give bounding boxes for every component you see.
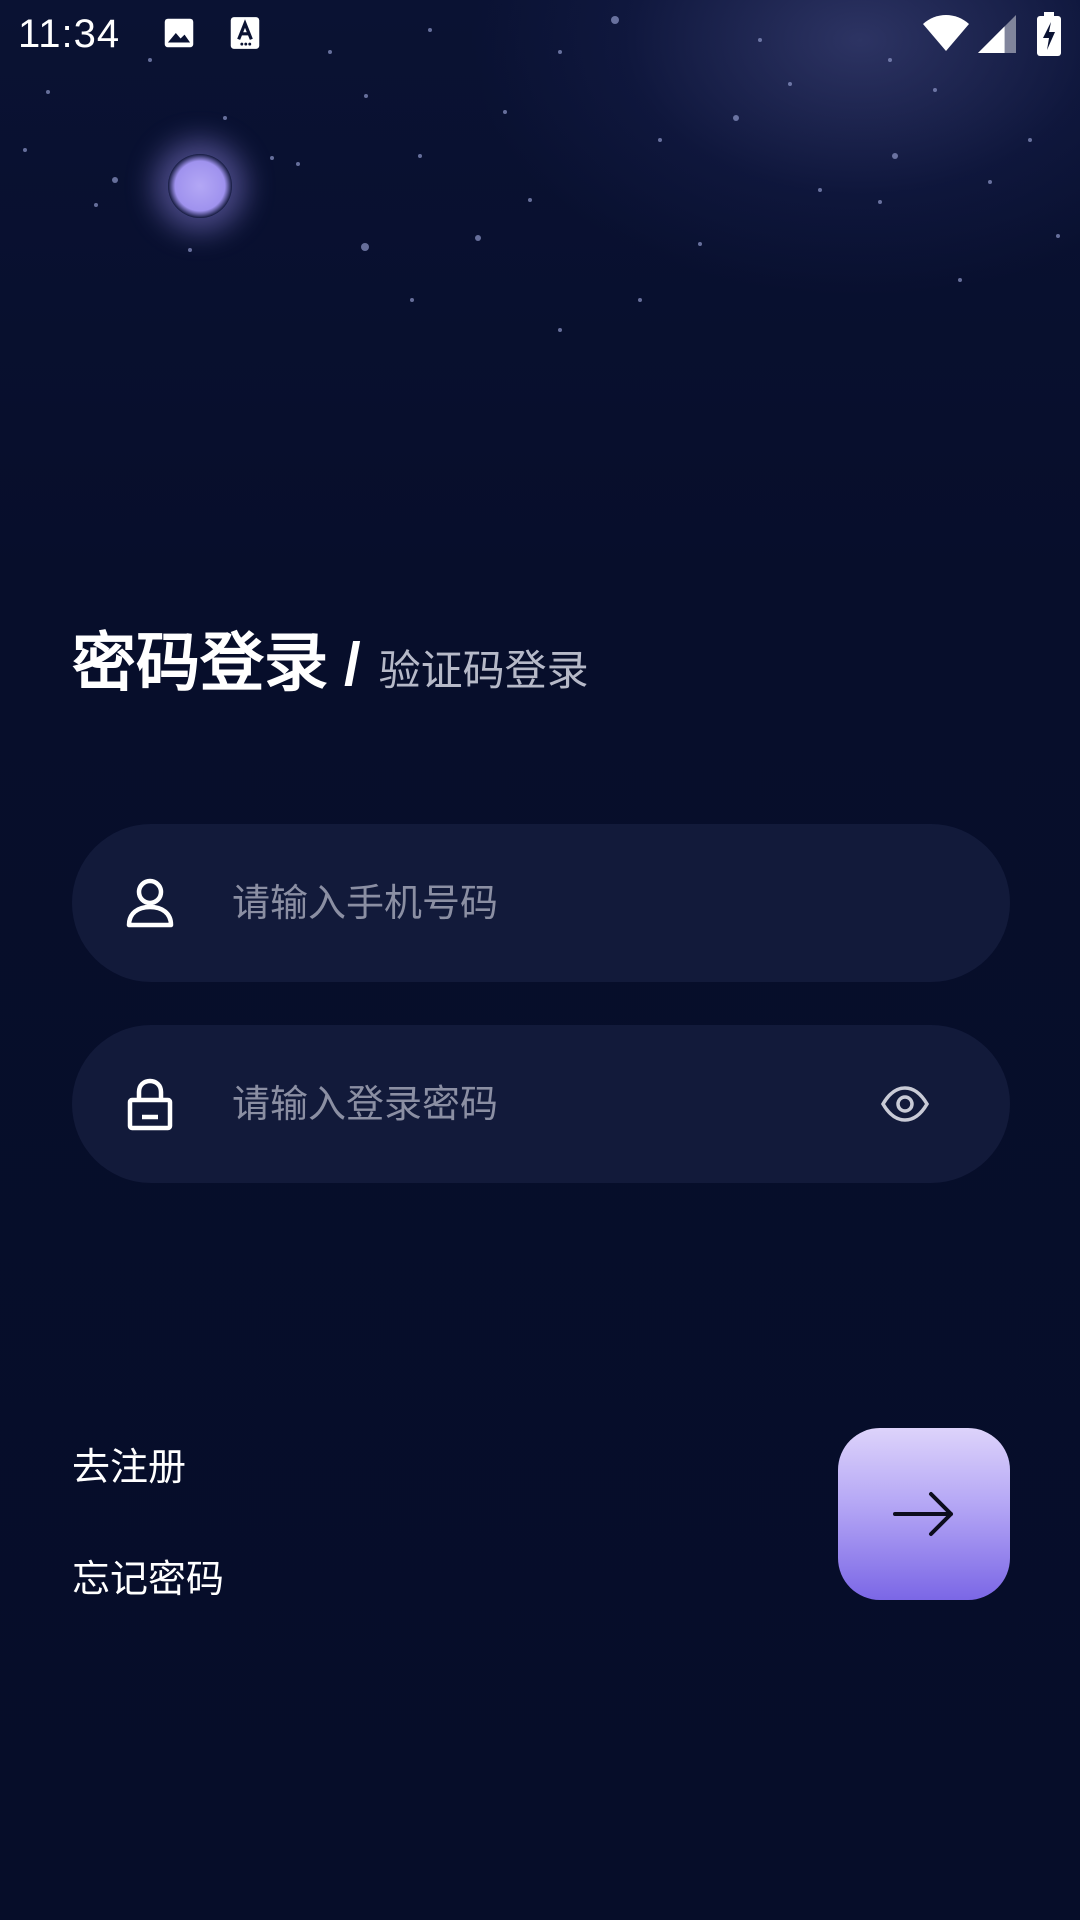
login-mode-title: 密码登录 / 验证码登录 <box>72 612 589 704</box>
signal-icon <box>978 15 1016 53</box>
keyboard-a-icon <box>230 17 260 49</box>
register-link[interactable]: 去注册 <box>72 1436 186 1491</box>
tab-code-login[interactable]: 验证码登录 <box>379 637 589 698</box>
phone-field-container <box>72 824 1010 982</box>
user-icon <box>126 878 174 928</box>
phone-input[interactable] <box>232 824 892 982</box>
moon-glow <box>168 154 232 218</box>
tab-password-login[interactable]: 密码登录 <box>72 612 328 704</box>
login-screen: 11:34 密码登录 / 验证码登录 请输入手机号码 去注册 忘记密码 <box>0 0 1080 1920</box>
status-bar: 11:34 <box>0 0 1080 72</box>
arrow-right-icon <box>893 1492 953 1536</box>
password-field-container <box>72 1025 1010 1183</box>
lock-icon <box>127 1078 173 1131</box>
forgot-password-link[interactable]: 忘记密码 <box>72 1548 224 1603</box>
battery-charging-icon <box>1037 12 1061 56</box>
login-submit-button[interactable] <box>838 1428 1010 1600</box>
wifi-icon <box>923 15 969 51</box>
status-time: 11:34 <box>18 12 121 56</box>
password-input[interactable] <box>232 1025 892 1183</box>
eye-icon[interactable] <box>880 1079 930 1129</box>
title-separator: / <box>344 631 361 698</box>
image-icon <box>164 18 194 48</box>
